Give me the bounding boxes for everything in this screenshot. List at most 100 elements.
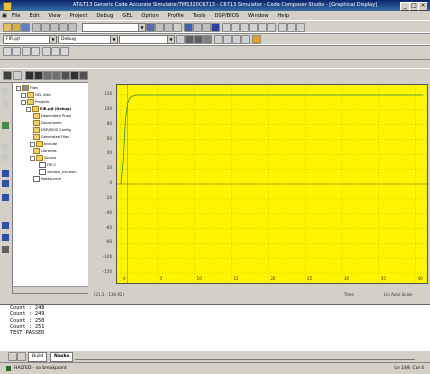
tab-nasko[interactable]: Nasko bbox=[50, 352, 74, 362]
step-over-icon[interactable] bbox=[12, 47, 21, 56]
tab-build[interactable]: Build bbox=[28, 352, 48, 362]
tool-icon[interactable] bbox=[267, 23, 276, 32]
tool-icon[interactable] bbox=[232, 35, 241, 44]
run-icon[interactable] bbox=[2, 122, 9, 129]
target-combo[interactable]: ▼ bbox=[119, 35, 175, 44]
tool-icon[interactable] bbox=[2, 180, 9, 187]
tool-icon[interactable] bbox=[42, 47, 51, 56]
tool-icon[interactable] bbox=[222, 23, 231, 32]
save-icon[interactable] bbox=[21, 23, 30, 32]
tree-item[interactable]: Source bbox=[30, 155, 56, 161]
tool-icon[interactable] bbox=[214, 35, 223, 44]
tool-icon[interactable] bbox=[2, 144, 9, 151]
compile-icon[interactable] bbox=[176, 35, 185, 44]
menu-file[interactable]: File bbox=[12, 13, 21, 19]
tool-icon[interactable] bbox=[249, 23, 258, 32]
tool-icon[interactable] bbox=[296, 23, 305, 32]
tree-item[interactable]: GEL files bbox=[21, 92, 51, 98]
new-file-icon[interactable] bbox=[3, 23, 12, 32]
output-window[interactable]: Count : 248 Count : 249 Count : 250 Coun… bbox=[0, 304, 430, 351]
step-out-icon[interactable] bbox=[22, 47, 31, 56]
tree-item[interactable]: FIR.pjt (Debug) bbox=[26, 106, 71, 112]
tool-icon[interactable] bbox=[25, 71, 34, 80]
tool-icon[interactable] bbox=[2, 88, 9, 95]
tool-icon[interactable] bbox=[231, 23, 240, 32]
tool-icon[interactable] bbox=[2, 194, 9, 201]
tool-icon[interactable] bbox=[2, 170, 9, 177]
lock-icon[interactable] bbox=[252, 35, 261, 44]
menu-edit[interactable]: Edit bbox=[29, 13, 39, 19]
help-icon[interactable] bbox=[184, 23, 193, 32]
step-into-icon[interactable] bbox=[3, 47, 12, 56]
menu-view[interactable]: View bbox=[48, 13, 60, 19]
close-button[interactable]: × bbox=[418, 2, 428, 11]
tool-icon[interactable] bbox=[193, 23, 202, 32]
copy-icon[interactable] bbox=[41, 23, 50, 32]
menu-help[interactable]: Help bbox=[277, 13, 289, 19]
menu-tools[interactable]: Tools bbox=[193, 13, 206, 19]
tool-icon[interactable] bbox=[211, 23, 220, 32]
tree-item[interactable]: Projects bbox=[21, 99, 49, 105]
tool-icon[interactable] bbox=[278, 23, 287, 32]
tool-icon[interactable] bbox=[34, 71, 43, 80]
find-combo[interactable]: ▼ bbox=[82, 23, 146, 32]
run-to-cursor-icon[interactable] bbox=[31, 47, 40, 56]
tool-icon[interactable] bbox=[70, 71, 79, 80]
find-icon[interactable] bbox=[146, 23, 155, 32]
tool-icon[interactable] bbox=[60, 47, 69, 56]
menu-gel[interactable]: GEL bbox=[122, 13, 132, 19]
tool-icon[interactable] bbox=[2, 246, 9, 253]
tree-root[interactable]: Files bbox=[16, 85, 38, 91]
paste-icon[interactable] bbox=[50, 23, 59, 32]
tree-horizontal-scrollbar[interactable] bbox=[13, 286, 89, 293]
tree-item[interactable]: FIR.C bbox=[39, 162, 56, 168]
redo-icon[interactable] bbox=[68, 23, 77, 32]
tool-icon[interactable] bbox=[240, 23, 249, 32]
output-horizontal-scrollbar[interactable] bbox=[75, 354, 415, 360]
tree-item[interactable]: Libraries bbox=[33, 148, 57, 154]
menu-window[interactable]: Window bbox=[248, 13, 268, 19]
stop-build-icon[interactable] bbox=[203, 35, 212, 44]
bookmark-icon[interactable] bbox=[173, 23, 182, 32]
build-icon[interactable] bbox=[185, 35, 194, 44]
tree-item[interactable]: vectors_intr.asm bbox=[39, 169, 77, 175]
scroll-left-icon[interactable] bbox=[8, 352, 17, 361]
tree-item[interactable]: Dependent Proje bbox=[33, 113, 71, 119]
tool-icon[interactable] bbox=[79, 71, 88, 80]
tool-icon[interactable] bbox=[61, 71, 70, 80]
tool-icon[interactable] bbox=[51, 47, 60, 56]
tool-icon[interactable] bbox=[43, 71, 52, 80]
tool-icon[interactable] bbox=[2, 100, 9, 107]
menu-option[interactable]: Option bbox=[141, 13, 158, 19]
tool-icon[interactable] bbox=[3, 71, 12, 80]
menu-project[interactable]: Project bbox=[70, 13, 88, 19]
tool-icon[interactable] bbox=[2, 154, 9, 161]
tree-item[interactable]: Include bbox=[30, 141, 57, 147]
config-combo[interactable]: Debug ▼ bbox=[58, 35, 118, 44]
menu-debug[interactable]: Debug bbox=[96, 13, 113, 19]
rebuild-icon[interactable] bbox=[194, 35, 203, 44]
open-folder-icon[interactable] bbox=[12, 23, 21, 32]
tool-icon[interactable] bbox=[223, 35, 232, 44]
undo-icon[interactable] bbox=[59, 23, 68, 32]
scroll-right-icon[interactable] bbox=[17, 352, 26, 361]
tree-item[interactable]: Nasko.cmd bbox=[33, 176, 61, 182]
tool-icon[interactable] bbox=[258, 23, 267, 32]
tool-icon[interactable] bbox=[2, 234, 9, 241]
tree-item[interactable]: DSP/BIOS Config bbox=[33, 127, 71, 133]
tool-icon[interactable] bbox=[241, 35, 250, 44]
tool-icon[interactable] bbox=[202, 23, 211, 32]
tree-item[interactable]: Generated Files bbox=[33, 134, 69, 140]
find-next-icon[interactable] bbox=[155, 23, 164, 32]
find-prev-icon[interactable] bbox=[164, 23, 173, 32]
menu-profile[interactable]: Profile bbox=[168, 13, 184, 19]
tool-icon[interactable] bbox=[287, 23, 296, 32]
tool-icon[interactable] bbox=[13, 71, 22, 80]
cut-icon[interactable] bbox=[32, 23, 41, 32]
tool-icon[interactable] bbox=[52, 71, 61, 80]
tool-icon[interactable] bbox=[2, 222, 9, 229]
project-combo[interactable]: FIR.pjt ▼ bbox=[3, 35, 57, 44]
plot-area[interactable]: 0 5 10 15 20 25 30 35 40 bbox=[116, 84, 428, 284]
menu-dspbios[interactable]: DSP/BIOS bbox=[214, 13, 239, 19]
tree-item[interactable]: Documents bbox=[33, 120, 62, 126]
